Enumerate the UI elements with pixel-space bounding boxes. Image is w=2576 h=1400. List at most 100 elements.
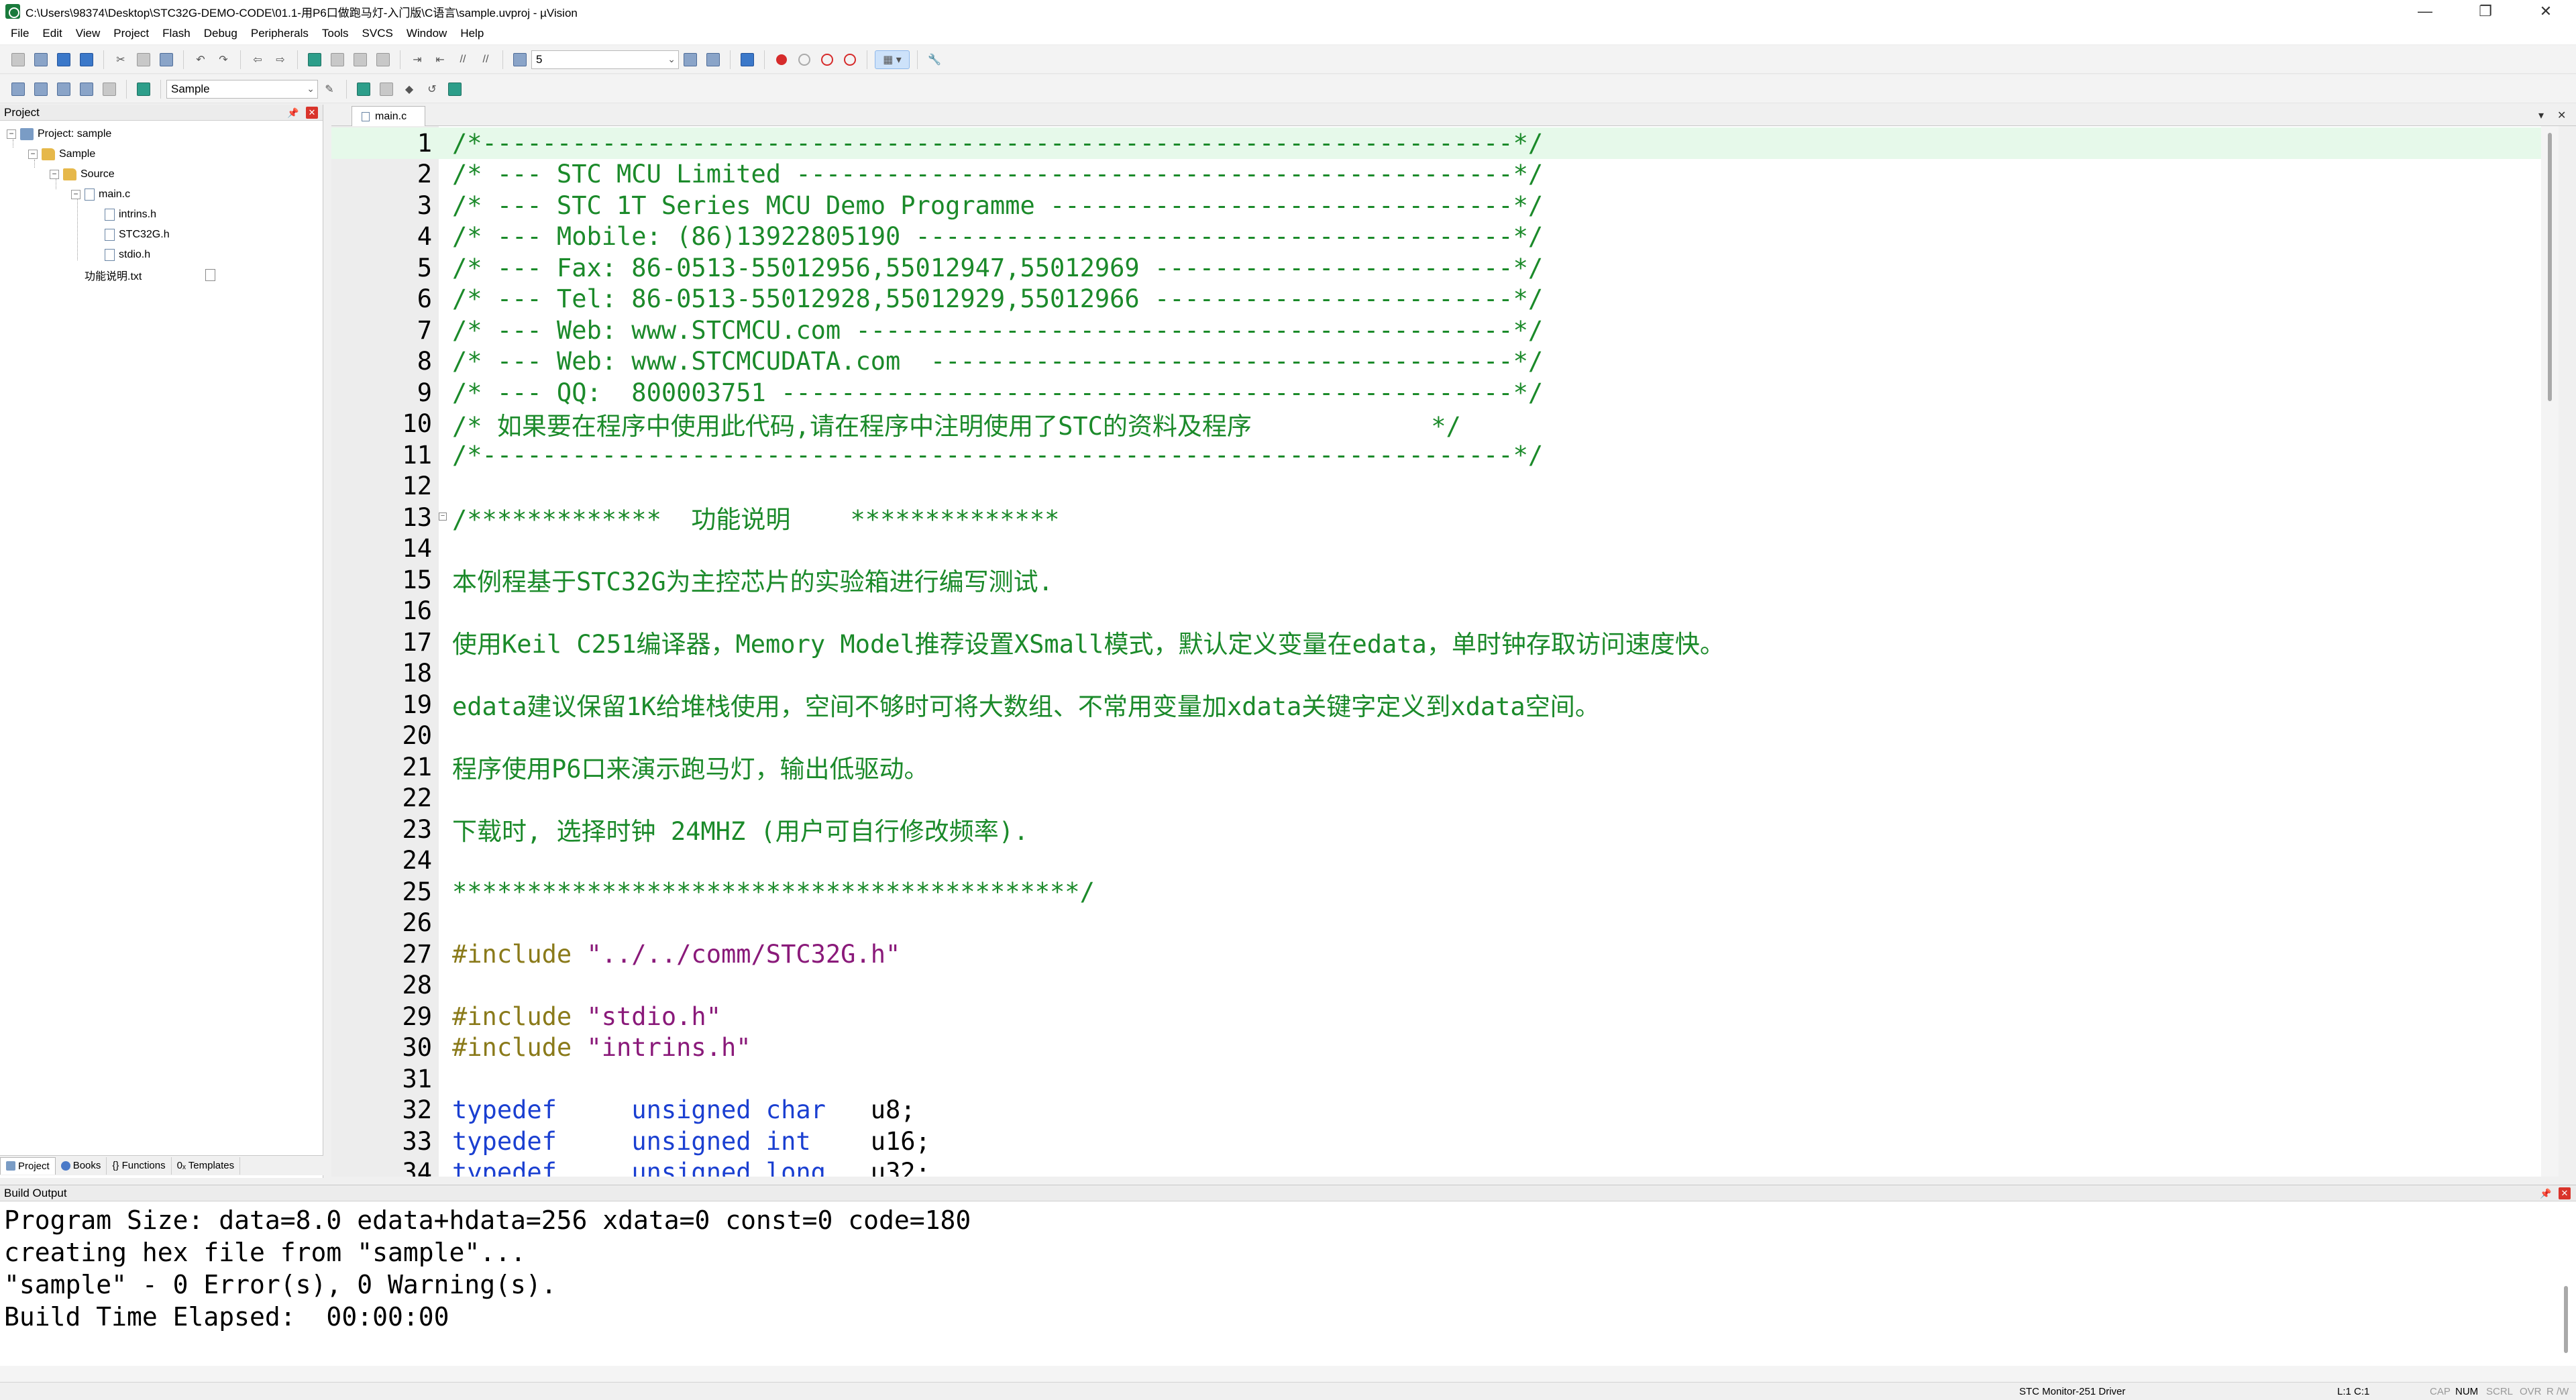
- kill-breakpoints-icon[interactable]: [841, 50, 859, 69]
- build-icon[interactable]: [32, 80, 50, 99]
- window-layout-icon[interactable]: ▦ ▾: [875, 50, 910, 69]
- code-line[interactable]: 24: [331, 845, 2559, 877]
- pin-icon[interactable]: 📌: [2540, 1187, 2552, 1199]
- tab-templates[interactable]: 0ₓ Templates: [172, 1156, 241, 1175]
- translate-icon[interactable]: [9, 80, 28, 99]
- collapse-icon[interactable]: −: [28, 150, 38, 159]
- rebuild-icon[interactable]: [54, 80, 73, 99]
- new-file-icon[interactable]: [9, 50, 28, 69]
- code-line[interactable]: 8 /* --- Web: www.STCMCUDATA.com --------…: [331, 346, 2559, 378]
- menu-edit[interactable]: Edit: [36, 27, 68, 40]
- insert-bookmark-icon[interactable]: [305, 50, 324, 69]
- cut-icon[interactable]: ✂: [111, 50, 130, 69]
- tab-main-c[interactable]: main.c: [352, 106, 425, 126]
- scrollbar-thumb[interactable]: [2548, 133, 2552, 401]
- close-tab-icon[interactable]: ✕: [2557, 109, 2566, 122]
- tree-project-root[interactable]: − Project: sample: [7, 125, 111, 144]
- code-line[interactable]: 12: [331, 471, 2559, 502]
- uncomment-icon[interactable]: //: [476, 50, 495, 69]
- menu-debug[interactable]: Debug: [197, 27, 244, 40]
- tree-dependency[interactable]: stdio.h: [105, 246, 150, 264]
- fold-toggle-icon[interactable]: −: [439, 513, 447, 521]
- code-line[interactable]: 7 /* --- Web: www.STCMCU.com ------------…: [331, 315, 2559, 346]
- tree-group-source[interactable]: − Source: [50, 165, 115, 184]
- build-horizontal-scrollbar[interactable]: [0, 1366, 2576, 1382]
- tree-target[interactable]: − Sample: [28, 145, 95, 164]
- code-line[interactable]: 14: [331, 533, 2559, 565]
- code-line[interactable]: 28: [331, 970, 2559, 1002]
- scrollbar-thumb[interactable]: [2564, 1286, 2568, 1353]
- redo-icon[interactable]: ↷: [214, 50, 233, 69]
- code-line[interactable]: 32 typedef unsigned char u8;: [331, 1095, 2559, 1126]
- build-vertical-scrollbar[interactable]: [2559, 1205, 2573, 1360]
- run-time-environment-icon[interactable]: ↺: [423, 80, 441, 99]
- code-line[interactable]: 4 /* --- Mobile: (86)13922805190 --------…: [331, 221, 2559, 253]
- code-line[interactable]: 18: [331, 658, 2559, 690]
- code-line[interactable]: 31: [331, 1063, 2559, 1095]
- manage-components-icon[interactable]: ◆: [400, 80, 419, 99]
- code-line[interactable]: 10 /* 如果要在程序中使用此代码,请在程序中注明使用了STC的资料及程序 */: [331, 409, 2559, 441]
- manage-project-items-icon[interactable]: [354, 80, 373, 99]
- restore-button[interactable]: ❐: [2455, 0, 2516, 23]
- enable-breakpoint-icon[interactable]: [795, 50, 814, 69]
- indent-icon[interactable]: ⇥: [408, 50, 427, 69]
- chevron-down-icon[interactable]: ⌄: [667, 54, 676, 65]
- chevron-down-icon[interactable]: ⌄: [307, 83, 315, 95]
- find-in-files-icon[interactable]: [511, 50, 529, 69]
- tree-file-main[interactable]: − main.c: [71, 185, 130, 204]
- tree-dependency[interactable]: intrins.h: [105, 205, 156, 224]
- tab-project[interactable]: Project: [0, 1156, 56, 1175]
- code-line[interactable]: 3 /* --- STC 1T Series MCU Demo Programme…: [331, 190, 2559, 221]
- collapse-icon[interactable]: −: [71, 190, 80, 199]
- stop-build-icon[interactable]: [100, 80, 119, 99]
- close-button[interactable]: ✕: [2516, 0, 2576, 23]
- code-line[interactable]: 19 edata建议保留1K给堆栈使用，空间不够时可将大数组、不常用变量加xdat…: [331, 689, 2559, 722]
- code-line[interactable]: 29 #include "stdio.h": [331, 1001, 2559, 1032]
- incremental-find-icon[interactable]: [704, 50, 722, 69]
- code-line[interactable]: 22: [331, 783, 2559, 814]
- code-line[interactable]: 16: [331, 596, 2559, 627]
- save-icon[interactable]: [54, 50, 73, 69]
- menu-flash[interactable]: Flash: [156, 27, 197, 40]
- code-line[interactable]: 1 /*-------------------------------------…: [331, 127, 2559, 159]
- close-panel-icon[interactable]: ✕: [306, 107, 318, 119]
- clear-bookmarks-icon[interactable]: [374, 50, 392, 69]
- menu-file[interactable]: File: [4, 27, 36, 40]
- tree-file-txt[interactable]: 功能说明.txt: [85, 266, 215, 284]
- code-line[interactable]: 25 **************************************…: [331, 876, 2559, 908]
- copy-icon[interactable]: [134, 50, 153, 69]
- code-editor[interactable]: 1 /*-------------------------------------…: [331, 126, 2559, 1177]
- target-select[interactable]: Sample ⌄: [166, 79, 318, 99]
- menu-view[interactable]: View: [69, 27, 107, 40]
- pin-icon[interactable]: 📌: [287, 107, 299, 119]
- menu-svcs[interactable]: SVCS: [356, 27, 400, 40]
- navigate-forward-icon[interactable]: ⇨: [271, 50, 290, 69]
- menu-project[interactable]: Project: [107, 27, 156, 40]
- paste-icon[interactable]: [157, 50, 176, 69]
- code-line[interactable]: 17 使用Keil C251编译器，Memory Model推荐设置XSmall模…: [331, 627, 2559, 659]
- target-options-icon[interactable]: ✎: [320, 80, 339, 99]
- code-line[interactable]: 27 #include "../../comm/STC32G.h": [331, 938, 2559, 970]
- configure-wrench-icon[interactable]: 🔧: [925, 50, 944, 69]
- pack-installer-icon[interactable]: [445, 80, 464, 99]
- code-line[interactable]: 2 /* --- STC MCU Limited ----------------…: [331, 159, 2559, 191]
- code-line[interactable]: 6 /* --- Tel: 86-0513-55012928,55012929,5…: [331, 284, 2559, 315]
- select-packs-icon[interactable]: [377, 80, 396, 99]
- code-line[interactable]: 15 本例程基于STC32G为主控芯片的实验箱进行编写测试.: [331, 564, 2559, 597]
- menu-peripherals[interactable]: Peripherals: [244, 27, 315, 40]
- open-file-icon[interactable]: [32, 50, 50, 69]
- tree-dependency[interactable]: STC32G.h: [105, 225, 170, 244]
- find-icon[interactable]: [681, 50, 700, 69]
- tab-list-icon[interactable]: ▾: [2538, 109, 2544, 122]
- menu-tools[interactable]: Tools: [315, 27, 356, 40]
- save-all-icon[interactable]: [77, 50, 96, 69]
- code-line[interactable]: 26: [331, 908, 2559, 939]
- next-bookmark-icon[interactable]: [351, 50, 370, 69]
- find-combo[interactable]: 5 ⌄: [531, 50, 679, 69]
- comment-icon[interactable]: //: [453, 50, 472, 69]
- code-line[interactable]: 30 #include "intrins.h": [331, 1032, 2559, 1064]
- code-line[interactable]: 23 下载时, 选择时钟 24MHZ (用户可自行修改频率).: [331, 814, 2559, 847]
- code-line[interactable]: 21 程序使用P6口来演示跑马灯，输出低驱动。: [331, 751, 2559, 784]
- unindent-icon[interactable]: ⇤: [431, 50, 449, 69]
- tab-functions[interactable]: {} Functions: [107, 1156, 172, 1175]
